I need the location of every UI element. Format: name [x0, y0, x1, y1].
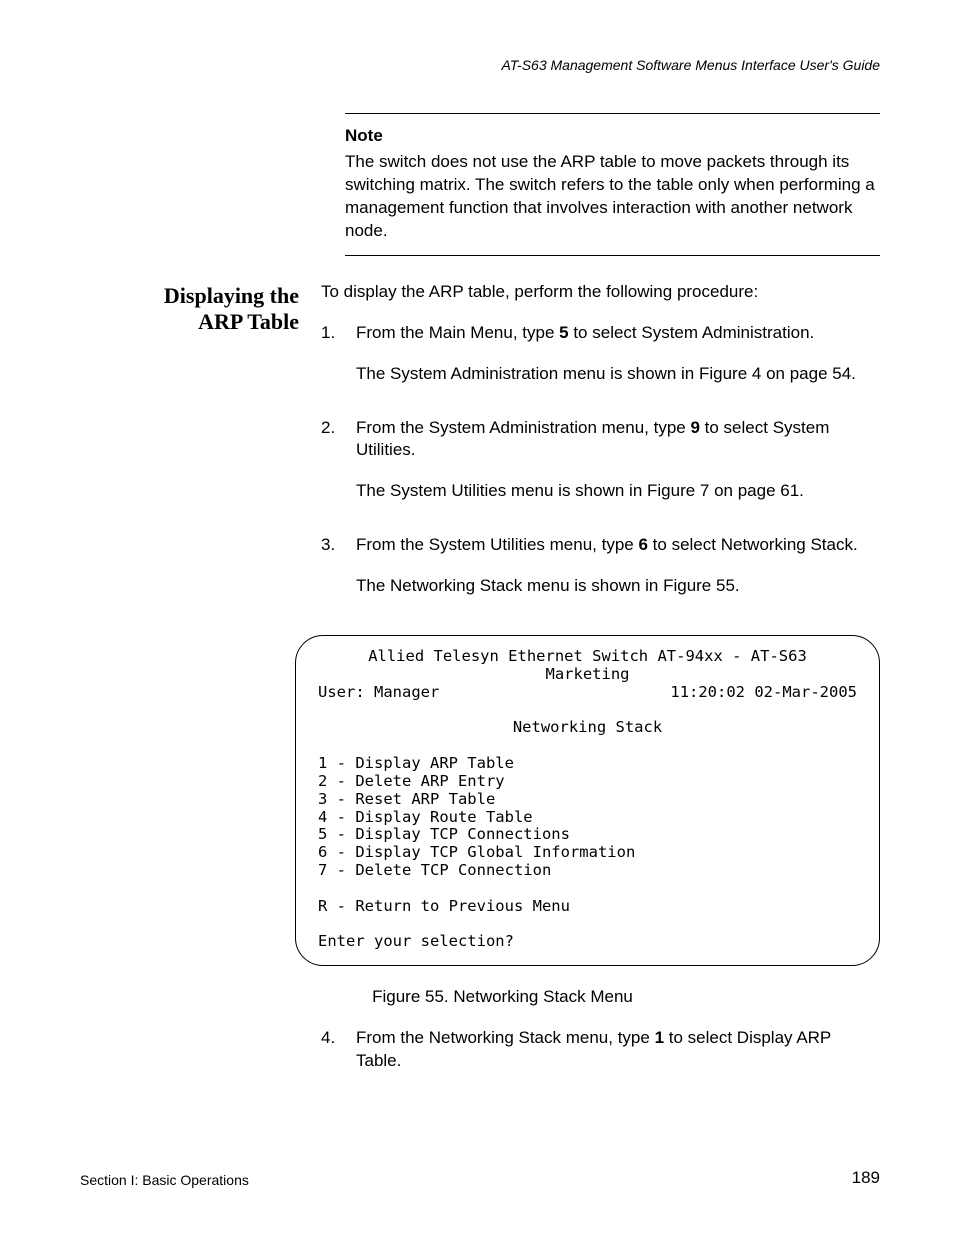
menu-item: 5 - Display TCP Connections [318, 825, 570, 843]
figure-caption: Figure 55. Networking Stack Menu [125, 986, 880, 1009]
note-label: Note [345, 125, 880, 148]
post-terminal-steps: 4. From the Networking Stack menu, type … [321, 1027, 880, 1091]
running-header: AT-S63 Management Software Menus Interfa… [501, 56, 880, 75]
menu-return: R - Return to Previous Menu [318, 897, 570, 915]
page: AT-S63 Management Software Menus Interfa… [0, 0, 954, 1235]
intro-text: To display the ARP table, perform the fo… [321, 281, 880, 304]
step-text: From the Main Menu, type 5 to select Sys… [356, 322, 880, 404]
key-1: 1 [655, 1028, 664, 1047]
key-6: 6 [638, 535, 647, 554]
step-3: 3. From the System Utilities menu, type … [321, 534, 880, 616]
key-9: 9 [690, 418, 699, 437]
step-2: 2. From the System Administration menu, … [321, 417, 880, 522]
step-text: From the System Utilities menu, type 6 t… [356, 534, 880, 616]
menu-item: 4 - Display Route Table [318, 808, 533, 826]
menu-prompt: Enter your selection? [318, 932, 514, 950]
step-number: 3. [321, 534, 356, 616]
section-row: Displaying the ARP Table To display the … [125, 281, 880, 630]
terminal-screen: Allied Telesyn Ethernet Switch AT-94xx -… [295, 635, 880, 966]
side-heading: Displaying the ARP Table [125, 281, 321, 630]
menu-item: 2 - Delete ARP Entry [318, 772, 505, 790]
menu-item: 7 - Delete TCP Connection [318, 861, 551, 879]
note-block: Note The switch does not use the ARP tab… [345, 113, 880, 256]
footer-page-number: 189 [852, 1167, 880, 1190]
key-5: 5 [559, 323, 568, 342]
step-4: 4. From the Networking Stack menu, type … [321, 1027, 880, 1091]
terminal-datetime: 11:20:02 02-Mar-2005 [670, 684, 857, 702]
step-number: 4. [321, 1027, 356, 1091]
terminal-user: User: Manager [318, 684, 439, 702]
content-area: Note The switch does not use the ARP tab… [125, 113, 880, 1104]
footer-section: Section I: Basic Operations [80, 1171, 249, 1190]
steps-list: 1. From the Main Menu, type 5 to select … [321, 322, 880, 617]
step-number: 2. [321, 417, 356, 522]
menu-item: 3 - Reset ARP Table [318, 790, 495, 808]
menu-item: 6 - Display TCP Global Information [318, 843, 635, 861]
step-text: From the Networking Stack menu, type 1 t… [356, 1027, 880, 1091]
terminal-figure: Allied Telesyn Ethernet Switch AT-94xx -… [295, 635, 880, 966]
step-text: From the System Administration menu, typ… [356, 417, 880, 522]
step-number: 1. [321, 322, 356, 404]
terminal-menu-title: Networking Stack [318, 719, 857, 737]
note-text: The switch does not use the ARP table to… [345, 151, 880, 243]
menu-item: 1 - Display ARP Table [318, 754, 514, 772]
step-1: 1. From the Main Menu, type 5 to select … [321, 322, 880, 404]
main-column: To display the ARP table, perform the fo… [321, 281, 880, 630]
